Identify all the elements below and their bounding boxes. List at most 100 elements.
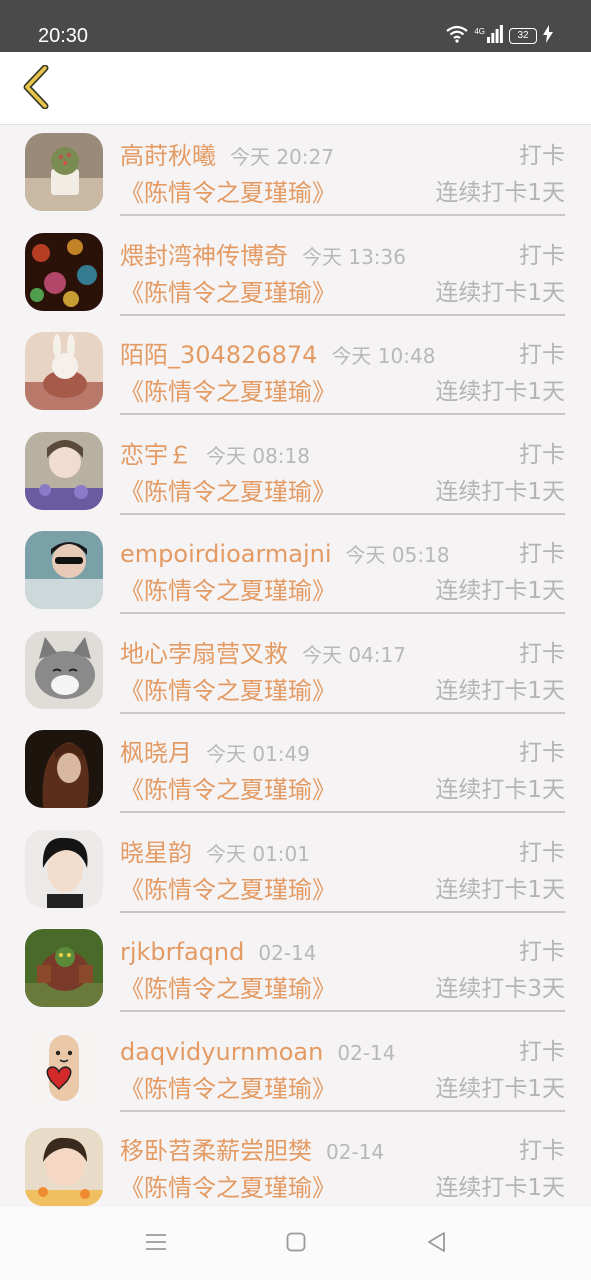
- battery-icon: 32: [509, 28, 537, 44]
- avatar[interactable]: [25, 531, 103, 609]
- checkin-time: 今天 01:49: [206, 742, 310, 766]
- divider: [120, 612, 565, 614]
- list-item[interactable]: 高莳秋曦 今天 20:27 打卡 《陈情令之夏瑾瑜》 连续打卡1天: [0, 125, 591, 225]
- checkin-time: 今天 05:18: [345, 543, 450, 567]
- status-time: 20:30: [38, 25, 89, 47]
- book-title[interactable]: 《陈情令之夏瑾瑜》: [120, 772, 336, 808]
- checkin-time: 02-14: [337, 1040, 396, 1065]
- checkin-time: 今天 01:01: [206, 841, 310, 866]
- checkin-label: 打卡: [519, 1038, 565, 1065]
- avatar[interactable]: [25, 630, 103, 709]
- checkin-time: 今天 08:18: [206, 443, 310, 468]
- book-title[interactable]: 《陈情令之夏瑾瑜》: [120, 474, 336, 510]
- back-triangle-icon: [426, 1231, 446, 1257]
- user-name[interactable]: 煨封湾神传博奇 今天 13:36: [120, 239, 406, 274]
- user-name[interactable]: 陌陌_304826874 今天 10:48: [120, 338, 435, 373]
- charging-icon: [543, 25, 553, 47]
- divider: [120, 313, 565, 316]
- avatar[interactable]: [25, 133, 103, 211]
- list-item[interactable]: 陌陌_304826874 今天 10:48 打卡 《陈情令之夏瑾瑜》 连续打卡1天: [0, 324, 591, 424]
- checkin-time: 今天 20:27: [230, 145, 334, 169]
- list-item[interactable]: 煨封湾神传博奇 今天 13:36 打卡 《陈情令之夏瑾瑜》 连续打卡1天: [0, 225, 591, 325]
- divider: [120, 512, 565, 515]
- book-title[interactable]: 《陈情令之夏瑾瑜》: [120, 673, 336, 709]
- checkin-time: 今天 04:17: [302, 642, 406, 667]
- home-button[interactable]: [226, 1207, 366, 1280]
- avatar[interactable]: [25, 332, 103, 410]
- list-item[interactable]: 枫晓月 今天 01:49 打卡 《陈情令之夏瑾瑜》 连续打卡1天: [0, 722, 591, 822]
- book-title[interactable]: 《陈情令之夏瑾瑜》: [120, 1170, 336, 1206]
- checkin-time: 02-14: [326, 1140, 385, 1164]
- checkin-time: 02-14: [258, 941, 317, 965]
- user-name[interactable]: 高莳秋曦 今天 20:27: [120, 139, 334, 174]
- home-square-icon: [286, 1232, 306, 1256]
- signal-icon: [487, 25, 503, 47]
- checkin-label: 打卡: [519, 939, 565, 965]
- avatar[interactable]: [25, 1028, 103, 1107]
- avatar[interactable]: [25, 232, 103, 311]
- checkin-list[interactable]: 高莳秋曦 今天 20:27 打卡 《陈情令之夏瑾瑜》 连续打卡1天 煨封湾神传博奇…: [0, 125, 591, 1207]
- avatar[interactable]: [25, 929, 103, 1007]
- book-title[interactable]: 《陈情令之夏瑾瑜》: [120, 275, 336, 311]
- back-button[interactable]: [10, 62, 60, 116]
- divider: [120, 214, 565, 216]
- user-name[interactable]: daqvidyurnmoan 02-14: [120, 1035, 395, 1070]
- checkin-time: 今天 13:36: [302, 244, 406, 269]
- list-item[interactable]: daqvidyurnmoan 02-14 打卡 《陈情令之夏瑾瑜》 连续打卡1天: [0, 1021, 591, 1121]
- divider: [120, 811, 565, 813]
- book-title[interactable]: 《陈情令之夏瑾瑜》: [120, 175, 336, 211]
- book-title[interactable]: 《陈情令之夏瑾瑜》: [120, 573, 336, 609]
- book-title[interactable]: 《陈情令之夏瑾瑜》: [120, 971, 336, 1007]
- user-name[interactable]: 恋宇￡ 今天 08:18: [120, 438, 310, 473]
- divider: [120, 1109, 565, 1112]
- list-item[interactable]: 地心孛扇营叉救 今天 04:17 打卡 《陈情令之夏瑾瑜》 连续打卡1天: [0, 623, 591, 723]
- list-item[interactable]: 恋宇￡ 今天 08:18 打卡 《陈情令之夏瑾瑜》 连续打卡1天: [0, 424, 591, 524]
- book-title[interactable]: 《陈情令之夏瑾瑜》: [120, 1071, 336, 1107]
- network-type: 4G: [474, 26, 485, 36]
- avatar[interactable]: [25, 431, 103, 510]
- streak-count: 连续打卡1天: [435, 677, 565, 704]
- wifi-icon: [446, 25, 469, 47]
- checkin-label: 打卡: [519, 839, 565, 866]
- list-item[interactable]: 移卧苕柔薪尝胆樊 02-14 打卡 《陈情令之夏瑾瑜》 连续打卡1天: [0, 1120, 591, 1207]
- avatar[interactable]: [25, 829, 103, 908]
- divider: [120, 413, 565, 415]
- streak-count: 连续打卡1天: [435, 777, 565, 803]
- divider: [120, 1010, 565, 1012]
- divider: [120, 910, 565, 913]
- avatar[interactable]: [25, 1128, 103, 1206]
- checkin-time: 今天 10:48: [331, 344, 436, 368]
- checkin-label: 打卡: [519, 541, 565, 567]
- list-item[interactable]: rjkbrfaqnd 02-14 打卡 《陈情令之夏瑾瑜》 连续打卡3天: [0, 921, 591, 1021]
- divider: [120, 711, 565, 714]
- menu-icon: [145, 1233, 167, 1255]
- recent-apps-button[interactable]: [86, 1207, 226, 1280]
- streak-count: 连续打卡1天: [435, 279, 565, 306]
- streak-count: 连续打卡1天: [435, 1075, 565, 1102]
- checkin-label: 打卡: [519, 342, 565, 368]
- streak-count: 连续打卡1天: [435, 876, 565, 903]
- user-name[interactable]: rjkbrfaqnd 02-14: [120, 935, 317, 970]
- streak-count: 连续打卡1天: [435, 180, 565, 206]
- user-name[interactable]: 移卧苕柔薪尝胆樊 02-14: [120, 1134, 384, 1169]
- user-name[interactable]: 晓星韵 今天 01:01: [120, 836, 310, 871]
- book-title[interactable]: 《陈情令之夏瑾瑜》: [120, 374, 336, 410]
- checkin-label: 打卡: [519, 1138, 565, 1164]
- user-name[interactable]: 地心孛扇营叉救 今天 04:17: [120, 637, 406, 672]
- app-bar: [0, 52, 591, 125]
- status-icons: 4G 32: [446, 25, 553, 47]
- checkin-label: 打卡: [519, 143, 565, 169]
- user-name[interactable]: empoirdioarmajni 今天 05:18: [120, 537, 450, 572]
- checkin-label: 打卡: [519, 242, 565, 269]
- checkin-label: 打卡: [519, 740, 565, 766]
- streak-count: 连续打卡1天: [435, 478, 565, 505]
- book-title[interactable]: 《陈情令之夏瑾瑜》: [120, 872, 336, 908]
- system-back-button[interactable]: [366, 1207, 506, 1280]
- avatar[interactable]: [25, 730, 103, 808]
- user-name[interactable]: 枫晓月 今天 01:49: [120, 736, 310, 771]
- list-item[interactable]: empoirdioarmajni 今天 05:18 打卡 《陈情令之夏瑾瑜》 连续…: [0, 523, 591, 623]
- list-item[interactable]: 晓星韵 今天 01:01 打卡 《陈情令之夏瑾瑜》 连续打卡1天: [0, 822, 591, 922]
- streak-count: 连续打卡1天: [435, 578, 565, 604]
- streak-count: 连续打卡1天: [435, 379, 565, 405]
- streak-count: 连续打卡1天: [435, 1175, 565, 1201]
